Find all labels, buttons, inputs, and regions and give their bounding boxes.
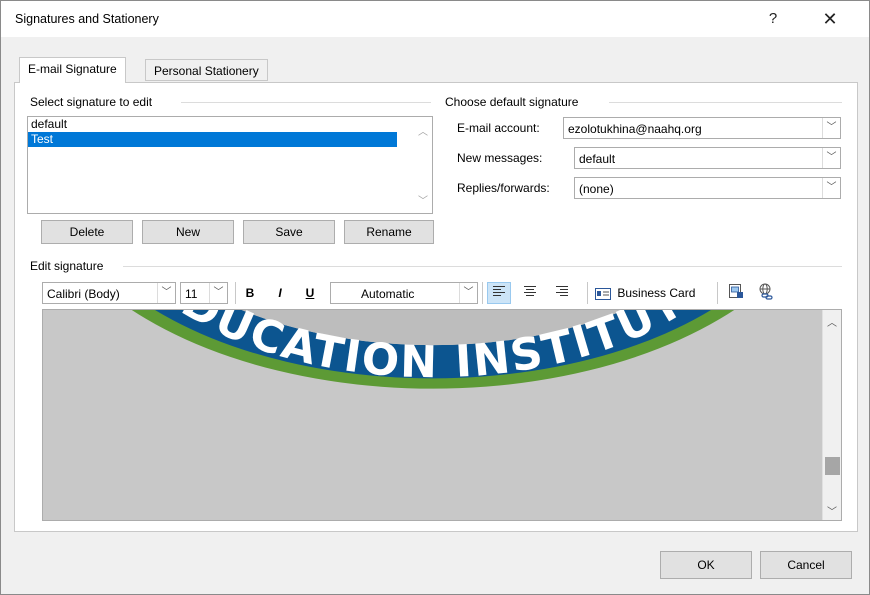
chevron-down-icon: ﹀ xyxy=(209,283,227,303)
hyperlink-icon xyxy=(759,283,773,300)
email-account-label: E-mail account: xyxy=(457,121,540,135)
font-size-value: 11 xyxy=(185,287,198,301)
toolbar-separator xyxy=(717,282,718,304)
tab-email-signature-label: E-mail Signature xyxy=(28,62,117,76)
scroll-thumb[interactable] xyxy=(825,456,840,475)
scroll-up-icon[interactable]: ︿ xyxy=(827,314,837,329)
delete-button[interactable]: Delete xyxy=(41,220,133,244)
ok-button[interactable]: OK xyxy=(660,551,752,579)
cancel-button[interactable]: Cancel xyxy=(760,551,852,579)
insert-picture-button[interactable] xyxy=(725,283,747,303)
business-card-button[interactable]: Business Card xyxy=(595,283,695,303)
align-left-button[interactable] xyxy=(487,282,511,304)
italic-button[interactable]: I xyxy=(269,283,291,303)
tab-personal-stationery[interactable]: Personal Stationery xyxy=(145,59,268,81)
chevron-down-icon: ﹀ xyxy=(157,283,175,303)
chevron-down-icon: ﹀ xyxy=(822,178,840,198)
toolbar-separator xyxy=(235,282,236,304)
font-select[interactable]: Calibri (Body) ﹀ xyxy=(42,282,176,304)
help-button[interactable]: ? xyxy=(759,6,787,32)
close-button[interactable]: ✕ xyxy=(816,6,844,32)
new-messages-select[interactable]: default ﹀ xyxy=(574,147,841,169)
window-title: Signatures and Stationery xyxy=(15,12,159,26)
select-signature-group-label: Select signature to edit xyxy=(30,95,157,109)
signatures-dialog: Signatures and Stationery ? ✕ E-mail Sig… xyxy=(0,0,870,595)
list-scroll-up-icon[interactable]: ︿ xyxy=(418,123,428,138)
toolbar-separator xyxy=(482,282,483,304)
toolbar-separator xyxy=(587,282,588,304)
signature-editor[interactable]: EDUCATION INSTITUTE ︿ ﹀ xyxy=(42,309,842,521)
signature-list-item[interactable]: default xyxy=(28,117,432,132)
underline-button[interactable]: U xyxy=(299,283,321,303)
edit-group-divider xyxy=(123,266,842,267)
title-bar: Signatures and Stationery ? ✕ xyxy=(1,1,869,37)
email-account-value: ezolotukhina@naahq.org xyxy=(568,122,702,136)
align-center-button[interactable] xyxy=(519,283,541,303)
default-group-divider xyxy=(609,102,842,103)
chevron-down-icon: ﹀ xyxy=(459,283,477,303)
default-signature-group-label: Choose default signature xyxy=(445,95,583,109)
bold-button[interactable]: B xyxy=(239,283,261,303)
edit-signature-group-label: Edit signature xyxy=(30,259,108,273)
rename-button-label: Rename xyxy=(366,225,412,239)
signature-list-item-selected[interactable]: Test xyxy=(28,132,397,147)
replies-forwards-select[interactable]: (none) ﹀ xyxy=(574,177,841,199)
editor-scrollbar[interactable]: ︿ ﹀ xyxy=(822,310,841,520)
chevron-down-icon: ﹀ xyxy=(822,148,840,168)
tab-personal-stationery-label: Personal Stationery xyxy=(154,64,259,78)
email-account-select[interactable]: ezolotukhina@naahq.org ﹀ xyxy=(563,117,841,139)
align-center-icon xyxy=(524,286,536,296)
business-card-icon xyxy=(595,287,611,300)
align-right-button[interactable] xyxy=(551,283,573,303)
ok-button-label: OK xyxy=(697,558,715,572)
align-left-icon xyxy=(493,286,505,296)
align-right-icon xyxy=(556,286,568,296)
logo-image: EDUCATION INSTITUTE xyxy=(43,310,823,520)
select-group-divider xyxy=(181,102,431,103)
picture-icon xyxy=(729,284,743,298)
delete-button-label: Delete xyxy=(69,225,105,239)
replies-forwards-label: Replies/forwards: xyxy=(457,181,550,195)
rename-button[interactable]: Rename xyxy=(344,220,434,244)
font-color-select[interactable]: Automatic ﹀ xyxy=(330,282,478,304)
new-button[interactable]: New xyxy=(142,220,234,244)
signature-list[interactable]: default Test ︿ ﹀ xyxy=(27,116,433,214)
business-card-label: Business Card xyxy=(617,286,696,300)
new-button-label: New xyxy=(175,225,200,239)
chevron-down-icon: ﹀ xyxy=(822,118,840,138)
new-messages-value: default xyxy=(579,152,616,166)
tab-email-signature[interactable]: E-mail Signature xyxy=(19,57,126,83)
insert-hyperlink-button[interactable] xyxy=(755,283,777,303)
replies-forwards-value: (none) xyxy=(579,182,614,196)
list-scroll-down-icon[interactable]: ﹀ xyxy=(418,192,428,207)
save-button[interactable]: Save xyxy=(243,220,335,244)
font-color-value: Automatic xyxy=(361,287,415,301)
save-button-label: Save xyxy=(275,225,303,239)
font-value: Calibri (Body) xyxy=(47,287,120,301)
scroll-down-icon[interactable]: ﹀ xyxy=(827,503,837,518)
new-messages-label: New messages: xyxy=(457,151,543,165)
font-size-select[interactable]: 11 ﹀ xyxy=(180,282,228,304)
cancel-button-label: Cancel xyxy=(787,558,825,572)
